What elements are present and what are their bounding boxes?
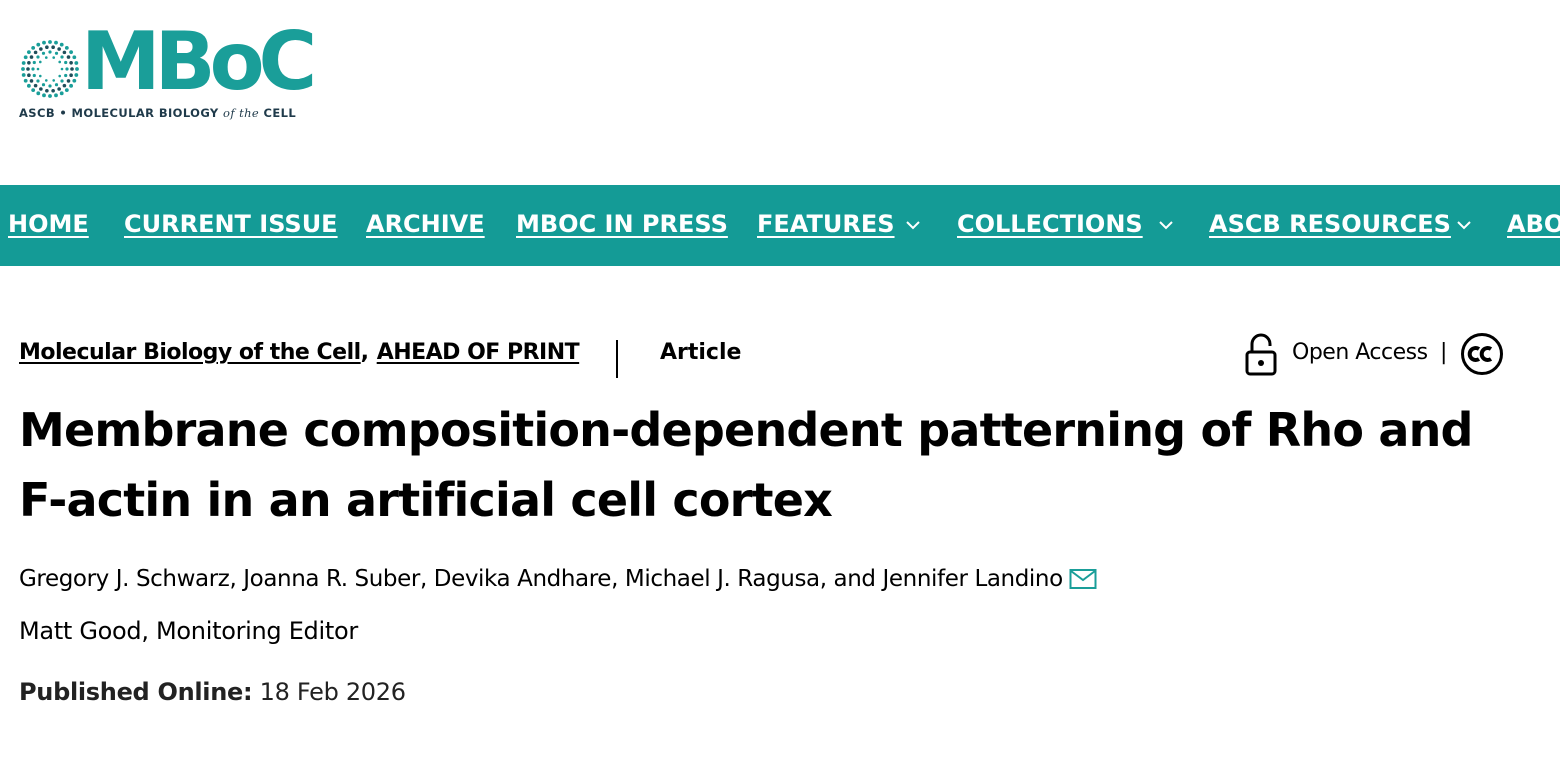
nav-item-home[interactable]: HOME <box>8 185 89 266</box>
monitoring-editor: Matt Good, Monitoring Editor <box>19 617 358 645</box>
author-link[interactable]: Joanna R. Suber <box>243 566 420 592</box>
author-link[interactable]: Devika Andhare <box>434 566 612 592</box>
author-link[interactable]: Michael J. Ragusa <box>625 566 820 592</box>
chevron-down-icon[interactable] <box>1457 218 1471 232</box>
site-header: MBoC ASCB • MOLECULAR BIOLOGY of the CEL… <box>0 0 1560 185</box>
cell-dots-icon <box>21 40 79 98</box>
logo-tagline: ASCB • MOLECULAR BIOLOGY of the CELL <box>19 106 297 120</box>
author-separator: , <box>611 566 625 592</box>
access-separator: | <box>1440 340 1448 365</box>
cc-icon[interactable] <box>1460 332 1504 376</box>
nav-item-archive[interactable]: ARCHIVE <box>366 185 485 266</box>
article-meta: Molecular Biology of the Cell, AHEAD OF … <box>19 340 580 365</box>
article-type: Article <box>660 340 742 365</box>
author-separator: , <box>419 566 434 592</box>
article-title: Membrane composition-dependent patternin… <box>19 403 1473 527</box>
nav-item-ascb-resources[interactable]: ASCB RESOURCES <box>1209 185 1451 266</box>
journal-link[interactable]: Molecular Biology of the Cell <box>19 340 361 365</box>
unlock-icon <box>1245 333 1277 376</box>
nav-item-current-issue[interactable]: CURRENT ISSUE <box>124 185 338 266</box>
author-link[interactable]: Gregory J. Schwarz <box>19 566 230 592</box>
publication-date: Published Online: 18 Feb 2026 <box>19 678 406 706</box>
author-link[interactable]: Jennifer Landino <box>883 566 1064 592</box>
nav-item-mboc-in-press[interactable]: MBOC IN PRESS <box>516 185 728 266</box>
meta-comma: , <box>360 340 370 365</box>
chevron-down-icon[interactable] <box>1159 218 1173 232</box>
nav-item-about[interactable]: ABO <box>1507 185 1560 266</box>
published-label: Published Online: <box>19 678 253 706</box>
logo-wordmark: MBoC <box>81 15 317 108</box>
meta-divider <box>616 340 618 378</box>
mail-icon[interactable] <box>1069 568 1097 590</box>
nav-item-collections[interactable]: COLLECTIONS <box>957 185 1143 266</box>
issue-link[interactable]: AHEAD OF PRINT <box>377 340 580 365</box>
mboc-logo[interactable]: MBoC ASCB • MOLECULAR BIOLOGY of the CEL… <box>19 22 317 122</box>
chevron-down-icon[interactable] <box>906 218 920 232</box>
open-access-label: Open Access <box>1292 340 1428 365</box>
author-list: Gregory J. Schwarz, Joanna R. Suber, Dev… <box>19 566 1097 592</box>
nav-item-features[interactable]: FEATURES <box>757 185 895 266</box>
published-date: 18 Feb 2026 <box>259 678 406 706</box>
main-nav: HOME CURRENT ISSUE ARCHIVE MBOC IN PRESS… <box>0 185 1560 266</box>
author-separator: , <box>229 566 244 592</box>
author-separator: , and <box>819 566 883 592</box>
